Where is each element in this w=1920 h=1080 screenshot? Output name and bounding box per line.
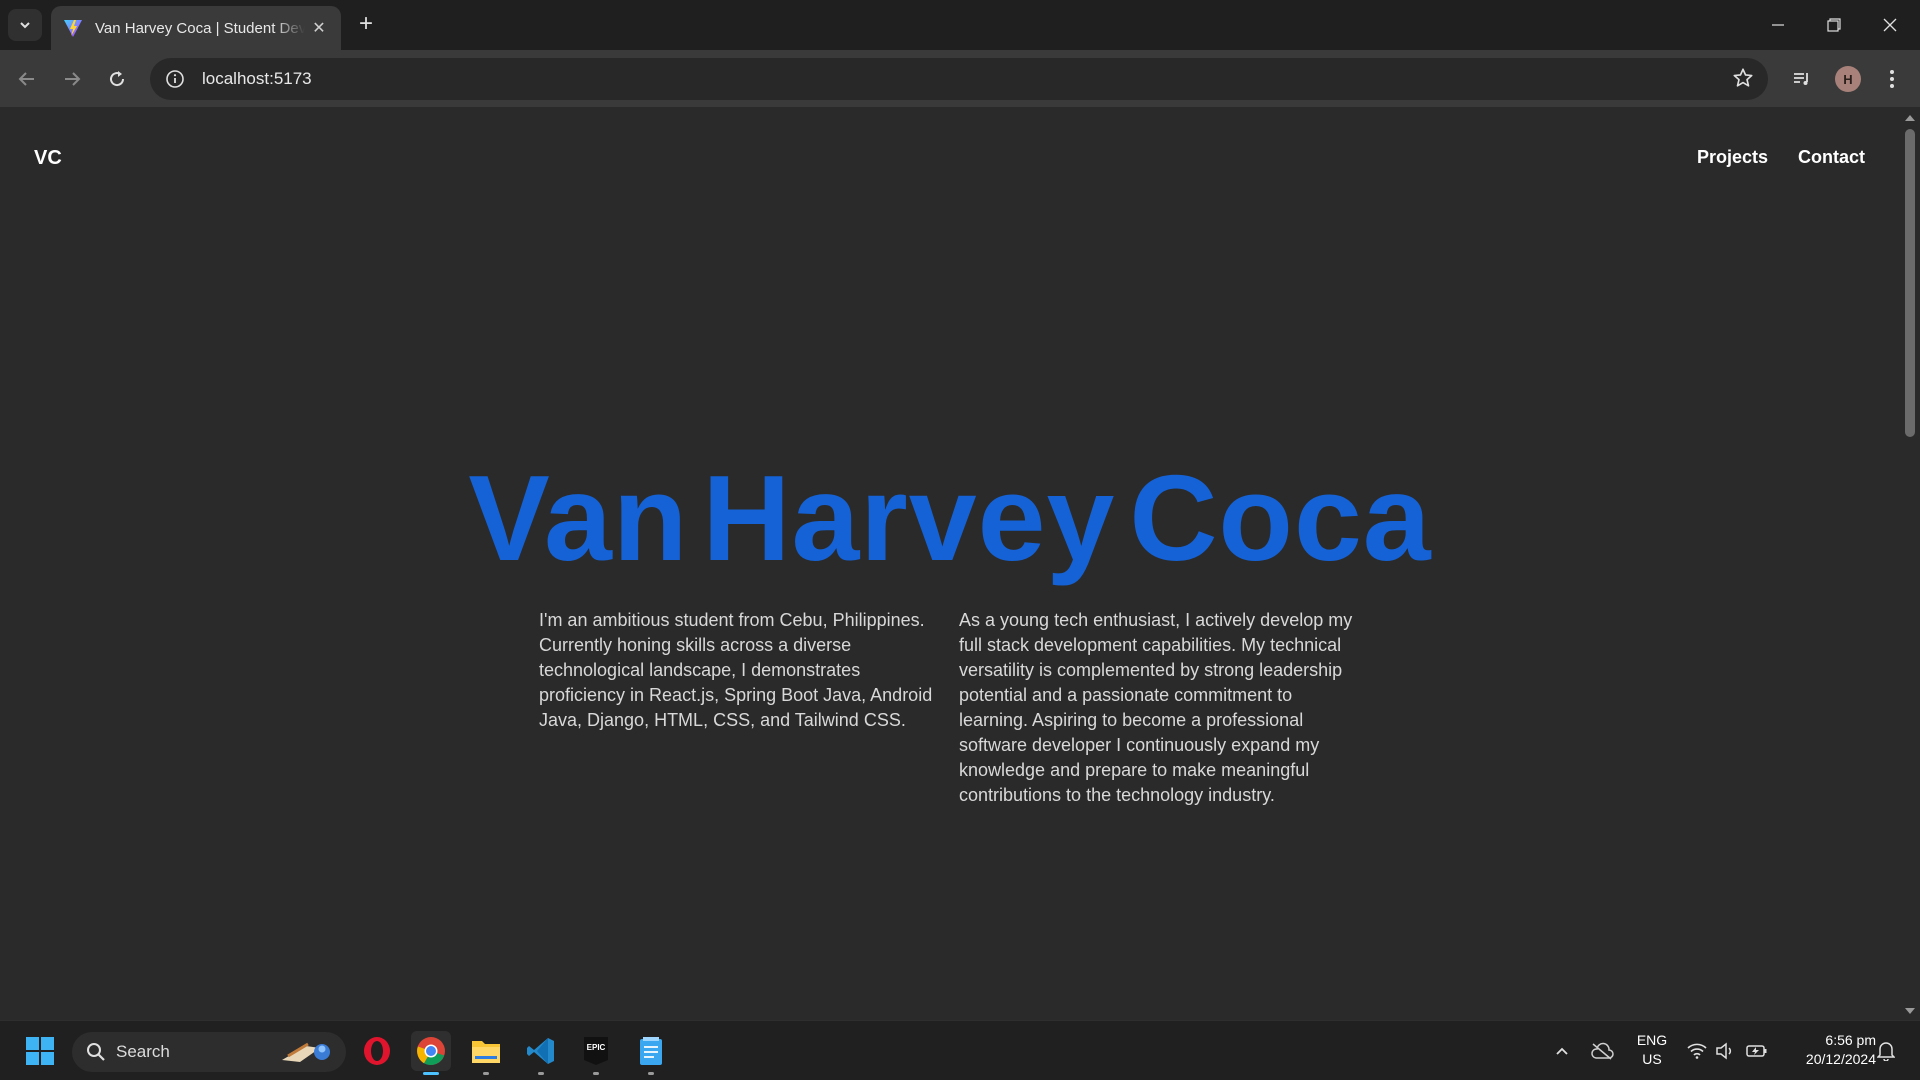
epic-games-icon: EPIC	[584, 1037, 608, 1065]
tab-title: Van Harvey Coca | Student Developer	[95, 19, 305, 37]
page-scrollbar[interactable]	[1900, 109, 1920, 1020]
bio-ambitions: As a young tech enthusiast, I actively d…	[959, 610, 1353, 805]
hero: Van Harvey Coca	[0, 457, 1900, 579]
vite-favicon-icon	[64, 20, 82, 37]
tab-search-button[interactable]	[8, 9, 42, 41]
browser-toolbar: localhost:5173 H	[0, 50, 1920, 108]
avatar: H	[1835, 66, 1861, 92]
page-viewport: VC Projects Contact Van Harvey Coca I'm …	[0, 109, 1920, 1020]
profile-button[interactable]: H	[1831, 62, 1865, 96]
scroll-thumb[interactable]	[1905, 129, 1915, 437]
search-icon	[87, 1043, 105, 1061]
speaker-icon	[1716, 1042, 1732, 1060]
browser-menu-button[interactable]	[1875, 62, 1909, 96]
taskbar-chrome[interactable]	[411, 1031, 451, 1075]
battery-charging-icon	[1746, 1045, 1767, 1057]
site-logo[interactable]: VC	[34, 147, 62, 170]
close-icon	[1883, 18, 1897, 32]
scroll-up-arrow-icon[interactable]	[1905, 115, 1915, 121]
media-control-button[interactable]	[1785, 62, 1819, 96]
hero-first-name: Van	[468, 450, 689, 586]
chrome-icon	[417, 1037, 445, 1065]
taskbar-file-explorer[interactable]	[466, 1031, 506, 1075]
language-indicator[interactable]: ENG US	[1632, 1031, 1672, 1069]
bookmark-star-icon[interactable]	[1732, 67, 1754, 94]
media-queue-icon	[1794, 73, 1808, 85]
more-vertical-icon	[1890, 70, 1894, 88]
windows-start-icon	[26, 1037, 54, 1065]
back-button[interactable]	[10, 62, 44, 96]
taskbar-search[interactable]: Search	[72, 1032, 346, 1072]
bio-intro: I'm an ambitious student from Cebu, Phil…	[539, 610, 933, 730]
language-code: ENG	[1636, 1032, 1668, 1048]
forward-button[interactable]	[55, 62, 89, 96]
start-button[interactable]	[20, 1031, 60, 1071]
reload-icon	[110, 71, 125, 87]
hero-name: Van Harvey Coca	[468, 457, 1431, 579]
battery-status[interactable]	[1745, 1039, 1769, 1063]
taskbar-opera[interactable]	[357, 1031, 397, 1071]
notepad-icon	[640, 1037, 662, 1065]
volume-status[interactable]	[1713, 1039, 1737, 1063]
taskbar-epic-games[interactable]: EPIC	[576, 1031, 616, 1075]
opera-icon	[364, 1037, 390, 1065]
chevron-up-icon	[1556, 1047, 1568, 1055]
minimize-icon	[1772, 24, 1784, 26]
show-hidden-icons-button[interactable]	[1550, 1039, 1574, 1063]
active-tab[interactable]: Van Harvey Coca | Student Developer ✕	[51, 6, 341, 50]
clock[interactable]: 6:56 pm 20/12/2024	[1780, 1031, 1876, 1069]
onedrive-button[interactable]	[1590, 1039, 1614, 1063]
wifi-icon	[1687, 1043, 1707, 1059]
wifi-status[interactable]	[1685, 1039, 1709, 1063]
clock-time: 6:56 pm	[1825, 1032, 1876, 1048]
windows-taskbar: Search EPIC ENG US 6:56 pm 20/12/2024	[0, 1020, 1920, 1080]
bell-icon	[1877, 1042, 1895, 1061]
taskbar-vscode[interactable]	[521, 1031, 561, 1075]
site-info-icon[interactable]	[154, 58, 196, 100]
clock-date: 20/12/2024	[1805, 1051, 1876, 1067]
nav-link-contact[interactable]: Contact	[1798, 147, 1865, 168]
hero-last-name: Coca	[1129, 450, 1432, 586]
nav-link-projects[interactable]: Projects	[1697, 147, 1768, 168]
url-text[interactable]: localhost:5173	[202, 69, 312, 89]
notification-center-button[interactable]	[1874, 1039, 1898, 1063]
close-window-button[interactable]	[1862, 0, 1918, 50]
minimize-button[interactable]	[1750, 0, 1806, 50]
file-explorer-icon	[472, 1041, 500, 1063]
taskbar-notepad[interactable]	[631, 1031, 671, 1075]
arrow-right-icon	[65, 72, 81, 86]
cloud-offline-icon	[1591, 1042, 1614, 1060]
hero-middle-name: Harvey	[702, 450, 1116, 586]
search-label: Search	[116, 1042, 170, 1061]
restore-button[interactable]	[1806, 0, 1862, 50]
epic-label: EPIC	[587, 1043, 606, 1052]
arrow-left-icon	[18, 72, 34, 86]
restore-icon	[1827, 18, 1841, 32]
search-highlight-icon	[282, 1042, 330, 1062]
site-nav: Projects Contact	[1697, 147, 1865, 168]
new-tab-button[interactable]: +	[352, 11, 380, 39]
reload-button[interactable]	[100, 62, 134, 96]
browser-titlebar: Van Harvey Coca | Student Developer ✕ +	[0, 0, 1920, 50]
region-code: US	[1642, 1051, 1662, 1067]
chevron-down-icon	[20, 22, 30, 29]
address-bar[interactable]: localhost:5173	[150, 58, 1768, 100]
tab-close-icon[interactable]: ✕	[309, 18, 329, 38]
scroll-down-arrow-icon[interactable]	[1905, 1008, 1915, 1014]
vscode-icon	[527, 1038, 554, 1064]
